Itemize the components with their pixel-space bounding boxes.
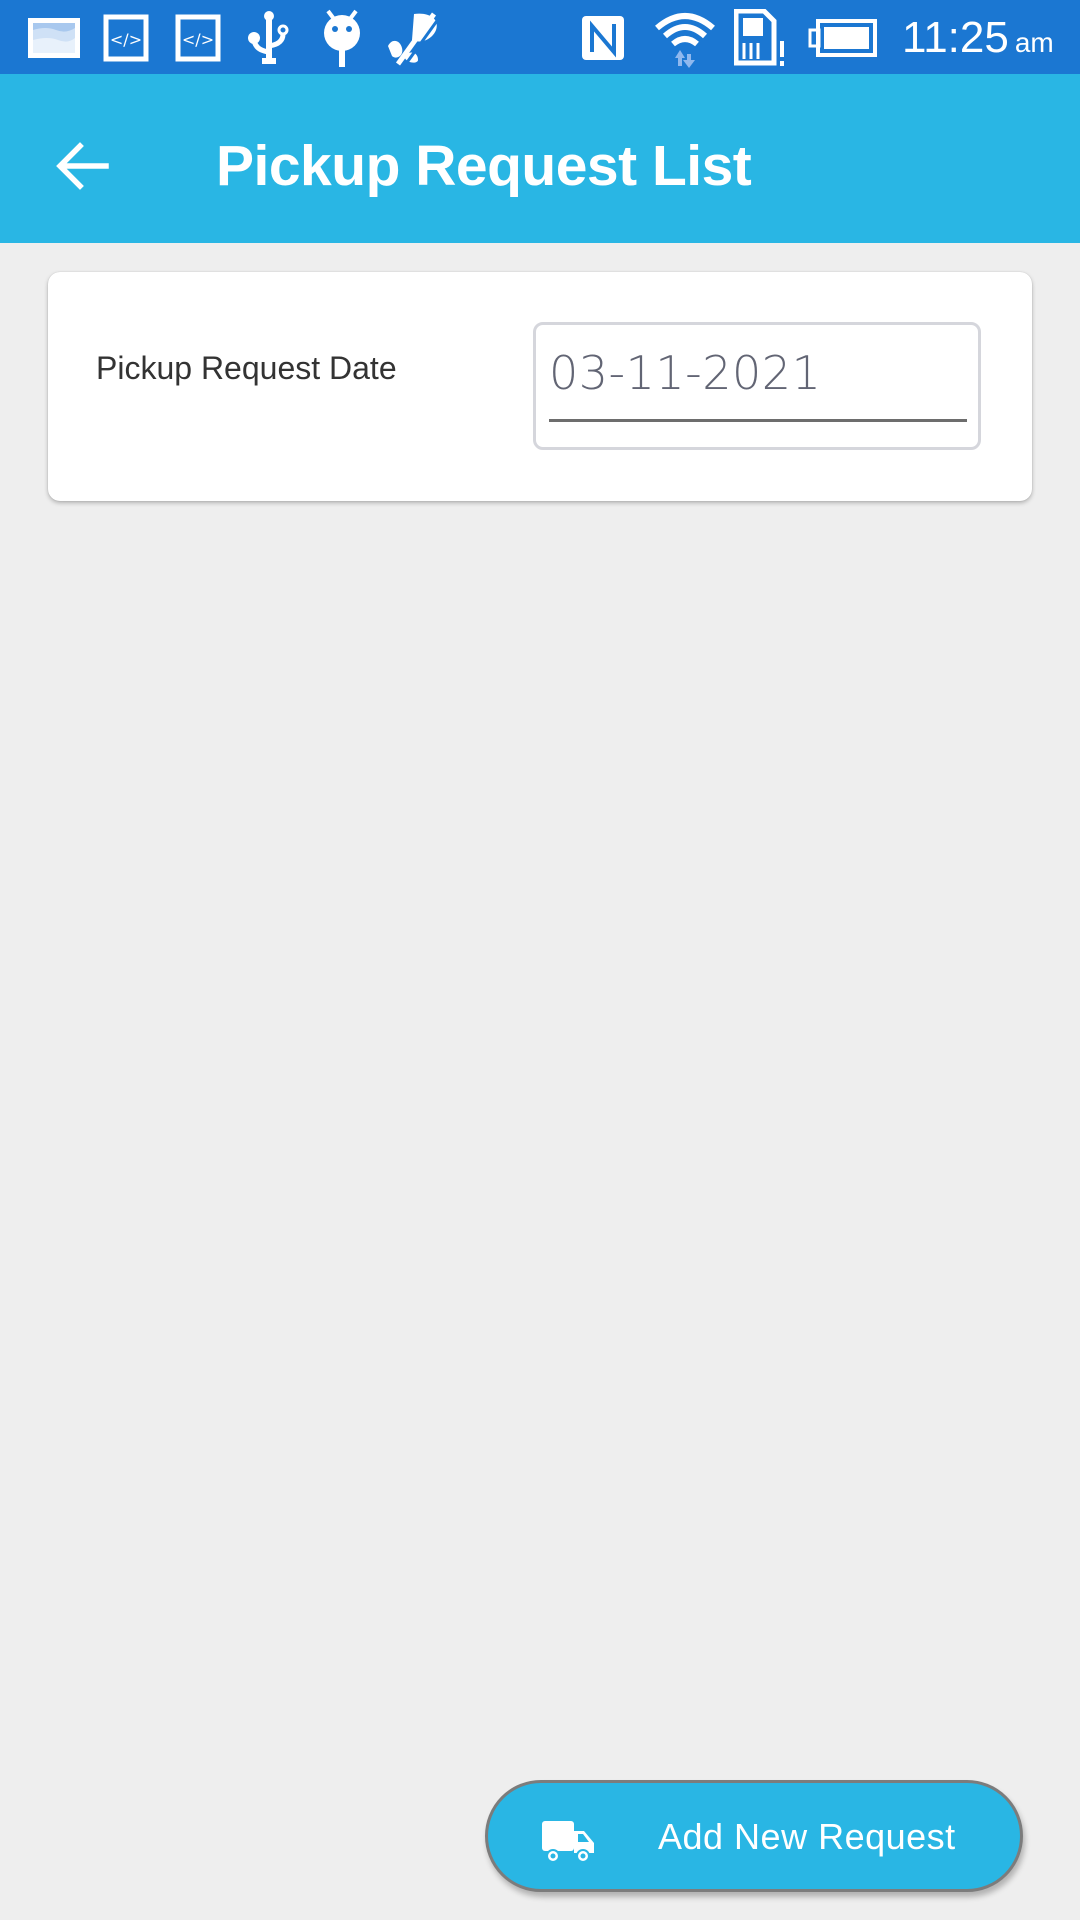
add-new-request-label: Add New Request <box>658 1816 956 1857</box>
sim-alert-icon <box>734 9 788 66</box>
status-time: 11:25 am <box>902 10 1054 66</box>
pickup-request-date-label: Pickup Request Date <box>96 350 397 386</box>
no-location-icon <box>384 12 444 66</box>
status-time-ampm: am <box>1014 27 1054 58</box>
status-bar: </> </> 11:25 am <box>0 0 1080 74</box>
screenshot-icon <box>26 12 82 64</box>
truck-icon <box>542 1821 594 1863</box>
svg-text:</>: </> <box>182 30 214 49</box>
android-debug-icon <box>320 9 364 67</box>
filter-card: Pickup Request Date 03-11-2021 <box>48 272 1032 501</box>
code-icon: </> <box>175 12 221 64</box>
pickup-request-date-input[interactable]: 03-11-2021 <box>533 322 981 450</box>
back-button[interactable] <box>40 124 124 208</box>
svg-text:</>: </> <box>110 30 142 49</box>
status-time-value: 11:25 <box>902 13 1009 62</box>
page-title: Pickup Request List <box>216 134 752 198</box>
app-bar: Pickup Request List <box>0 74 1080 243</box>
nfc-icon <box>580 12 626 64</box>
wifi-icon <box>653 12 717 68</box>
code-icon: </> <box>103 12 149 64</box>
add-new-request-button[interactable]: Add New Request <box>485 1780 1023 1892</box>
input-underline <box>549 419 967 422</box>
date-value: 03-11-2021 <box>549 346 822 400</box>
battery-icon <box>808 12 878 64</box>
arrow-left-icon <box>56 142 109 190</box>
usb-icon <box>247 11 291 64</box>
